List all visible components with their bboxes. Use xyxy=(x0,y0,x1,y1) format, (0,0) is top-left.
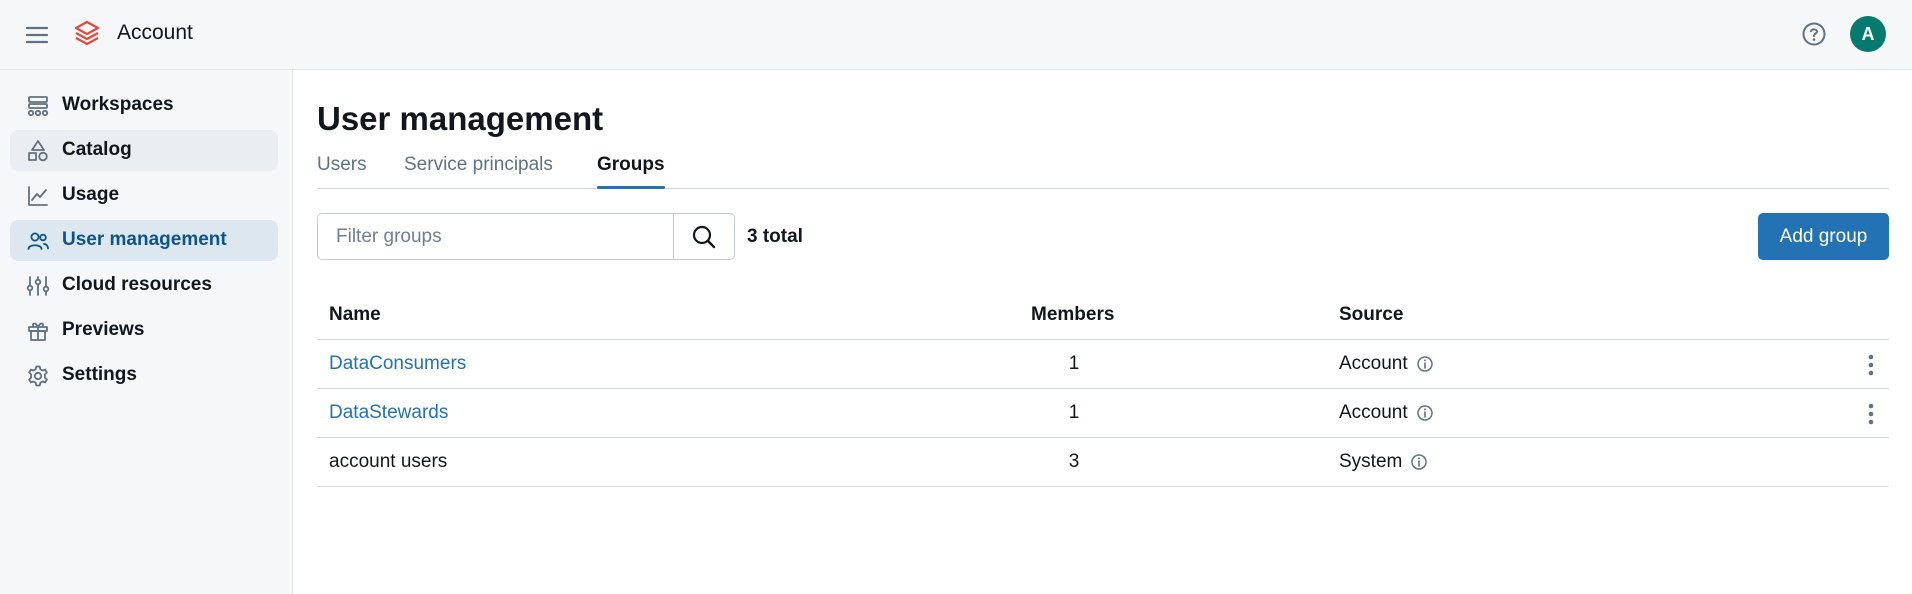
avatar[interactable]: A xyxy=(1850,16,1886,52)
tab-service-principals[interactable]: Service principals xyxy=(404,154,553,188)
sidebar-item-previews[interactable]: Previews xyxy=(10,310,278,351)
info-icon[interactable] xyxy=(1410,453,1428,471)
column-header-source[interactable]: Source xyxy=(1339,304,1403,326)
search-button[interactable] xyxy=(673,214,734,259)
help-icon[interactable] xyxy=(1800,20,1828,48)
top-bar: Account A xyxy=(0,0,1912,70)
catalog-icon xyxy=(26,139,50,163)
source-cell: Account xyxy=(1339,353,1434,375)
sidebar-item-label: Previews xyxy=(62,319,145,340)
table-row: account users 3 System xyxy=(317,438,1889,487)
sidebar-item-user-management[interactable]: User management xyxy=(10,220,278,261)
group-name-link[interactable]: DataStewards xyxy=(329,402,448,424)
tab-users[interactable]: Users xyxy=(317,154,367,188)
gear-icon xyxy=(26,364,50,388)
sidebar-item-label: Catalog xyxy=(62,139,132,160)
sidebar-item-cloud-resources[interactable]: Cloud resources xyxy=(10,265,278,306)
source-label: System xyxy=(1339,451,1403,472)
sidebar-item-label: Usage xyxy=(62,184,120,205)
usage-chart-icon xyxy=(26,184,50,208)
hamburger-menu-icon[interactable] xyxy=(24,22,50,48)
add-group-button[interactable]: Add group xyxy=(1758,213,1889,260)
sidebar-item-usage[interactable]: Usage xyxy=(10,175,278,216)
members-count: 3 xyxy=(1068,451,1080,472)
sidebar-item-label: Settings xyxy=(62,364,137,385)
gift-icon xyxy=(26,319,50,343)
filter-groups-input[interactable] xyxy=(318,214,673,259)
source-label: Account xyxy=(1339,402,1408,423)
search-icon xyxy=(692,225,716,248)
app-title: Account xyxy=(117,21,193,44)
sliders-icon xyxy=(26,274,50,298)
row-actions-kebab-icon[interactable] xyxy=(1859,352,1883,378)
sidebar-item-label: Cloud resources xyxy=(62,274,212,295)
groups-table: Name Members Source DataConsumers 1 Acco… xyxy=(317,292,1889,487)
workspaces-icon xyxy=(26,94,50,118)
sidebar-item-catalog[interactable]: Catalog xyxy=(10,130,278,171)
databricks-logo-icon[interactable] xyxy=(73,19,101,49)
info-icon[interactable] xyxy=(1416,404,1434,422)
total-count: 3 total xyxy=(747,226,803,247)
sidebar: Workspaces Catalog Usage User management… xyxy=(0,70,293,594)
source-cell: Account xyxy=(1339,402,1434,424)
tabs-divider xyxy=(317,188,1889,189)
source-cell: System xyxy=(1339,451,1428,473)
source-label: Account xyxy=(1339,353,1408,374)
sidebar-item-label: Workspaces xyxy=(62,94,174,115)
info-icon[interactable] xyxy=(1416,355,1434,373)
table-row: DataConsumers 1 Account xyxy=(317,340,1889,389)
users-icon xyxy=(26,229,50,253)
sidebar-item-label: User management xyxy=(62,229,227,250)
group-name: account users xyxy=(329,451,448,472)
search-box xyxy=(317,213,735,260)
row-actions-kebab-icon[interactable] xyxy=(1859,401,1883,427)
sidebar-item-workspaces[interactable]: Workspaces xyxy=(10,85,278,126)
column-header-members[interactable]: Members xyxy=(1031,304,1114,326)
group-name-link[interactable]: DataConsumers xyxy=(329,353,466,375)
page-title: User management xyxy=(317,100,604,137)
column-header-name[interactable]: Name xyxy=(329,304,381,326)
table-header: Name Members Source xyxy=(317,292,1889,340)
members-count: 1 xyxy=(1068,402,1080,423)
table-row: DataStewards 1 Account xyxy=(317,389,1889,438)
members-count: 1 xyxy=(1068,353,1080,374)
main-content: User management Users Service principals… xyxy=(294,70,1912,594)
tab-groups[interactable]: Groups xyxy=(597,154,665,189)
sidebar-item-settings[interactable]: Settings xyxy=(10,355,278,396)
